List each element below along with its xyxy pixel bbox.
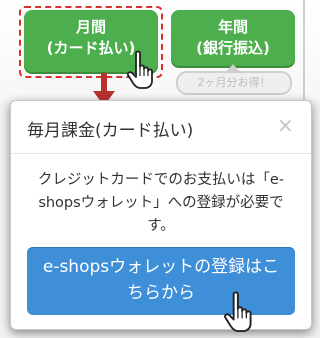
yearly-plan-title: 年間 xyxy=(217,18,248,36)
pointer-hand-icon xyxy=(224,291,252,333)
modal-message: クレジットカードでのお支払いは「e-shopsウォレット」への登録が必要です。 xyxy=(37,172,285,234)
yearly-plan-subtitle: (銀行振込) xyxy=(196,39,270,57)
yearly-savings-badge: 2ヶ月分お得！ xyxy=(176,71,292,95)
yearly-plan-button[interactable]: 年間 (銀行振込) xyxy=(171,10,295,66)
modal-title: 毎月課金(カード払い) xyxy=(27,121,194,141)
divider xyxy=(303,0,305,100)
modal-header: 毎月課金(カード払い) × xyxy=(11,101,311,154)
pointer-hand-icon xyxy=(126,50,153,89)
close-icon[interactable]: × xyxy=(277,113,294,137)
card-payment-modal: 毎月課金(カード払い) × クレジットカードでのお支払いは「e-shopsウォレ… xyxy=(10,100,312,330)
